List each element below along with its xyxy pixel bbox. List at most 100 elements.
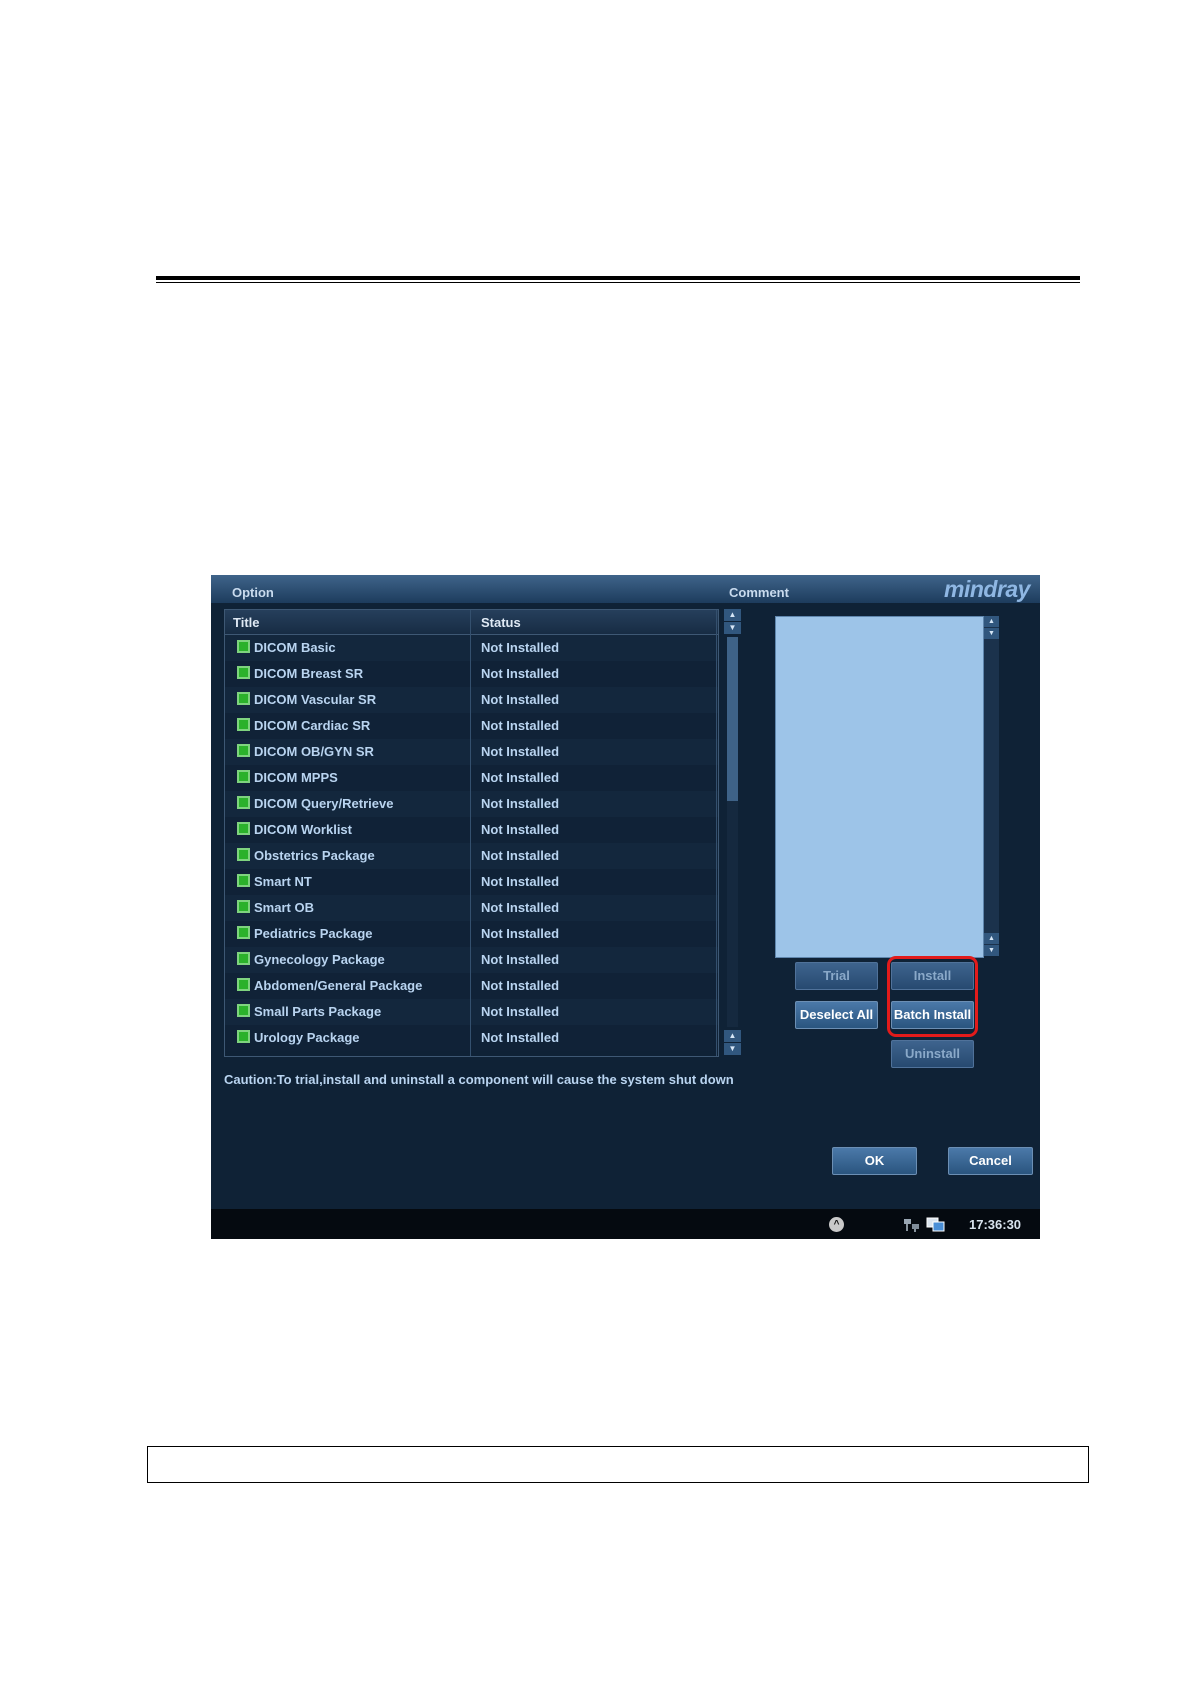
checkbox-icon[interactable] <box>237 978 250 991</box>
caution-text: Caution:To trial,install and uninstall a… <box>224 1072 734 1087</box>
trial-button[interactable]: Trial <box>795 962 878 990</box>
table-row[interactable]: Small Parts Package Not Installed <box>225 999 718 1025</box>
up-arrow-icon[interactable]: ^ <box>829 1217 844 1232</box>
option-status: Not Installed <box>481 1004 560 1019</box>
option-title: DICOM Basic <box>254 640 336 655</box>
deselect-all-button[interactable]: Deselect All <box>795 1001 878 1029</box>
table-body: DICOM Basic Not Installed DICOM Breast SR N… <box>225 635 718 1051</box>
dialog-title-bar: Option Comment mindray <box>211 575 1040 603</box>
clock: 17:36:30 <box>969 1217 1022 1232</box>
document-header-rule-thin <box>156 282 1080 283</box>
checkbox-icon[interactable] <box>237 952 250 965</box>
cancel-button[interactable]: Cancel <box>948 1147 1033 1175</box>
table-row[interactable]: DICOM Vascular SR Not Installed <box>225 687 718 713</box>
column-header-title[interactable]: Title <box>233 615 260 630</box>
table-row[interactable]: Smart NT Not Installed <box>225 869 718 895</box>
option-title: DICOM OB/GYN SR <box>254 744 374 759</box>
option-title: DICOM Cardiac SR <box>254 718 371 733</box>
uninstall-button[interactable]: Uninstall <box>891 1040 974 1068</box>
column-divider <box>470 610 471 1056</box>
table-row[interactable]: Obstetrics Package Not Installed <box>225 843 718 869</box>
option-status: Not Installed <box>481 1030 560 1045</box>
checkbox-icon[interactable] <box>237 770 250 783</box>
network-icon <box>904 1219 919 1232</box>
table-row[interactable]: Gynecology Package Not Installed <box>225 947 718 973</box>
option-status: Not Installed <box>481 952 560 967</box>
option-table: Title Status DICOM Basic Not Installed DIC… <box>224 609 719 1057</box>
option-title: Urology Package <box>254 1030 360 1045</box>
table-row[interactable]: DICOM MPPS Not Installed <box>225 765 718 791</box>
table-row[interactable]: DICOM Basic Not Installed <box>225 635 718 661</box>
table-row[interactable]: Smart OB Not Installed <box>225 895 718 921</box>
option-title: Small Parts Package <box>254 1004 382 1019</box>
checkbox-icon[interactable] <box>237 926 250 939</box>
option-title: DICOM Query/Retrieve <box>254 796 394 811</box>
option-status: Not Installed <box>481 692 560 707</box>
scroll-down-arrow-icon[interactable]: ▼ <box>724 1043 741 1055</box>
table-row[interactable]: DICOM Query/Retrieve Not Installed <box>225 791 718 817</box>
option-title: Gynecology Package <box>254 952 385 967</box>
scroll-down-arrow-icon[interactable]: ▼ <box>724 622 741 634</box>
scroll-up-arrow-icon[interactable]: ▲ <box>984 933 999 944</box>
option-title: DICOM MPPS <box>254 770 338 785</box>
scroll-thumb[interactable] <box>727 637 738 801</box>
checkbox-icon[interactable] <box>237 640 250 653</box>
checkbox-icon[interactable] <box>237 692 250 705</box>
option-title: Abdomen/General Package <box>254 978 423 993</box>
checkbox-icon[interactable] <box>237 796 250 809</box>
option-status: Not Installed <box>481 640 560 655</box>
column-divider <box>716 610 717 1056</box>
checkbox-icon[interactable] <box>237 1004 250 1017</box>
scroll-up-arrow-icon[interactable]: ▲ <box>724 609 741 621</box>
scroll-up-arrow-icon[interactable]: ▲ <box>724 1030 741 1042</box>
option-status: Not Installed <box>481 822 560 837</box>
mindray-logo: mindray <box>944 576 1030 602</box>
table-row[interactable]: Urology Package Not Installed <box>225 1025 718 1051</box>
option-status: Not Installed <box>481 874 560 889</box>
checkbox-icon[interactable] <box>237 744 250 757</box>
comment-label: Comment <box>729 585 789 600</box>
checkbox-icon[interactable] <box>237 900 250 913</box>
comment-scrollbar[interactable]: ▲ ▼ ▲ ▼ <box>984 616 999 956</box>
option-status: Not Installed <box>481 770 560 785</box>
highlight-annotation <box>887 956 978 1037</box>
option-status: Not Installed <box>481 900 560 915</box>
option-status: Not Installed <box>481 926 560 941</box>
table-row[interactable]: DICOM Breast SR Not Installed <box>225 661 718 687</box>
option-status: Not Installed <box>481 978 560 993</box>
checkbox-icon[interactable] <box>237 848 250 861</box>
option-title: Smart OB <box>254 900 314 915</box>
option-title: Obstetrics Package <box>254 848 375 863</box>
document-footer-box <box>147 1446 1089 1483</box>
option-status: Not Installed <box>481 718 560 733</box>
checkbox-icon[interactable] <box>237 822 250 835</box>
option-status: Not Installed <box>481 796 560 811</box>
table-row[interactable]: Pediatrics Package Not Installed <box>225 921 718 947</box>
checkbox-icon[interactable] <box>237 1030 250 1043</box>
comment-textbox[interactable] <box>775 616 984 958</box>
ok-button[interactable]: OK <box>832 1147 917 1175</box>
scroll-down-arrow-icon[interactable]: ▼ <box>984 945 999 956</box>
checkbox-icon[interactable] <box>237 874 250 887</box>
table-scrollbar[interactable]: ▲ ▼ ▲ ▼ <box>724 609 741 1055</box>
option-title: DICOM Worklist <box>254 822 352 837</box>
table-header: Title Status <box>225 610 718 635</box>
option-title: Smart NT <box>254 874 312 889</box>
table-row[interactable]: DICOM Cardiac SR Not Installed <box>225 713 718 739</box>
option-label: Option <box>232 585 274 600</box>
option-dialog-screenshot: Option Comment mindray Title Status DICO… <box>211 575 1040 1239</box>
table-row[interactable]: Abdomen/General Package Not Installed <box>225 973 718 999</box>
table-row[interactable]: DICOM Worklist Not Installed <box>225 817 718 843</box>
document-header-rule <box>156 276 1080 280</box>
table-row[interactable]: DICOM OB/GYN SR Not Installed <box>225 739 718 765</box>
scroll-down-arrow-icon[interactable]: ▼ <box>984 628 999 639</box>
checkbox-icon[interactable] <box>237 718 250 731</box>
checkbox-icon[interactable] <box>237 666 250 679</box>
option-title: DICOM Vascular SR <box>254 692 377 707</box>
status-bar: ^ 17:36:30 <box>211 1209 1040 1239</box>
column-header-status[interactable]: Status <box>481 615 521 630</box>
option-title: DICOM Breast SR <box>254 666 364 681</box>
scroll-up-arrow-icon[interactable]: ▲ <box>984 616 999 627</box>
option-title: Pediatrics Package <box>254 926 373 941</box>
option-status: Not Installed <box>481 744 560 759</box>
